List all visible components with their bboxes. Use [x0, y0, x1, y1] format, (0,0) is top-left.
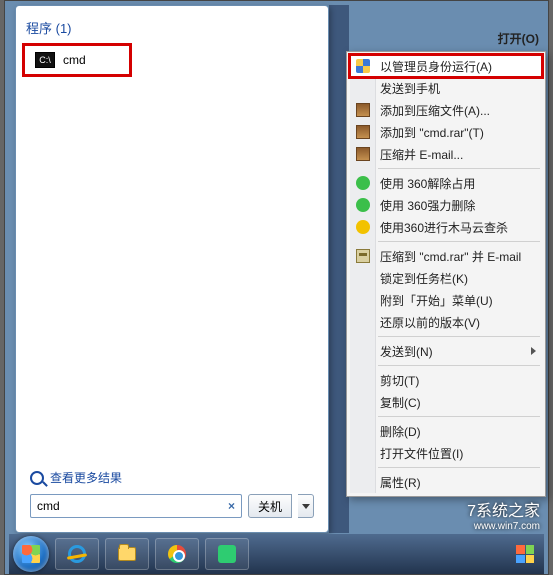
menu-item[interactable]: 使用 360解除占用: [350, 172, 542, 194]
clear-search-icon[interactable]: ×: [228, 499, 235, 513]
menu-item-label: 发送到手机: [380, 80, 440, 97]
shutdown-split-button[interactable]: [298, 494, 314, 518]
see-more-label: 查看更多结果: [50, 469, 122, 486]
menu-item[interactable]: 还原以前的版本(V): [350, 311, 542, 333]
menu-separator: [378, 241, 540, 242]
menu-item[interactable]: 以管理员身份运行(A): [350, 55, 542, 77]
search-input[interactable]: cmd ×: [30, 494, 242, 518]
security-icon: [218, 545, 236, 563]
menu-item-label: 使用360进行木马云查杀: [380, 219, 508, 236]
search-result-label: cmd: [63, 53, 86, 67]
winrar-icon: [356, 147, 370, 161]
menu-separator: [378, 168, 540, 169]
menu-item[interactable]: 锁定到任务栏(K): [350, 267, 542, 289]
menu-item[interactable]: 剪切(T): [350, 369, 542, 391]
menu-item-label: 属性(R): [380, 474, 421, 491]
taskbar: [9, 534, 544, 574]
360-yellow-icon: [356, 220, 370, 234]
menu-item-label: 发送到(N): [380, 343, 433, 360]
menu-item[interactable]: 压缩并 E-mail...: [350, 143, 542, 165]
chevron-down-icon: [302, 504, 310, 509]
menu-item[interactable]: 压缩到 "cmd.rar" 并 E-mail: [350, 245, 542, 267]
watermark: 7系统之家 www.win7.com: [467, 497, 540, 532]
menu-separator: [378, 416, 540, 417]
menu-item-label: 使用 360解除占用: [380, 175, 475, 192]
menu-separator: [378, 365, 540, 366]
winrar-icon: [356, 125, 370, 139]
menu-separator: [378, 336, 540, 337]
menu-item[interactable]: 打开文件位置(I): [350, 442, 542, 464]
taskbar-360[interactable]: [205, 538, 249, 570]
shutdown-label: 关机: [258, 498, 282, 515]
menu-item-label: 添加到压缩文件(A)...: [380, 102, 490, 119]
menu-item[interactable]: 使用360进行木马云查杀: [350, 216, 542, 238]
menu-item-label: 剪切(T): [380, 372, 419, 389]
menu-item-label: 锁定到任务栏(K): [380, 270, 468, 287]
menu-item[interactable]: 属性(R): [350, 471, 542, 493]
taskbar-ie[interactable]: [55, 538, 99, 570]
highlight-search-result: C:\ cmd: [22, 43, 132, 77]
menu-item[interactable]: 附到「开始」菜单(U): [350, 289, 542, 311]
menu-item-label: 打开文件位置(I): [380, 445, 463, 462]
menu-item[interactable]: 发送到手机: [350, 77, 542, 99]
menu-item-label: 复制(C): [380, 394, 421, 411]
taskbar-chrome[interactable]: [155, 538, 199, 570]
taskbar-explorer[interactable]: [105, 538, 149, 570]
shield-icon: [356, 59, 370, 73]
desktop-area: 程序 (1) C:\ cmd 查看更多结果 cmd ×: [4, 0, 549, 575]
context-menu: 打开(O) 以管理员身份运行(A)发送到手机添加到压缩文件(A)...添加到 "…: [346, 51, 546, 497]
cmd-icon: C:\: [35, 52, 55, 68]
submenu-arrow-icon: [531, 347, 536, 355]
menu-item-label: 添加到 "cmd.rar"(T): [380, 124, 484, 141]
menu-item-label: 还原以前的版本(V): [380, 314, 480, 331]
winrar-stack-icon: [356, 249, 370, 263]
menu-separator: [378, 467, 540, 468]
menu-item[interactable]: 复制(C): [350, 391, 542, 413]
search-input-value: cmd: [37, 499, 60, 513]
menu-item[interactable]: 添加到压缩文件(A)...: [350, 99, 542, 121]
folder-icon: [118, 547, 136, 561]
menu-item-label: 使用 360强力删除: [380, 197, 475, 214]
menu-item-label: 压缩并 E-mail...: [380, 146, 463, 163]
chrome-icon: [168, 545, 186, 563]
winrar-icon: [356, 103, 370, 117]
menu-item-label: 附到「开始」菜单(U): [380, 292, 493, 309]
shutdown-button[interactable]: 关机: [248, 494, 292, 518]
ie-icon: [68, 545, 86, 563]
menu-item[interactable]: 发送到(N): [350, 340, 542, 362]
screenshot-root: 程序 (1) C:\ cmd 查看更多结果 cmd ×: [0, 0, 553, 575]
360-green-icon: [356, 176, 370, 190]
menu-item[interactable]: 添加到 "cmd.rar"(T): [350, 121, 542, 143]
menu-item-label: 删除(D): [380, 423, 421, 440]
watermark-line1: 7系统之家: [467, 503, 540, 520]
360-green-icon: [356, 198, 370, 212]
action-center-icon[interactable]: [516, 545, 534, 563]
menu-item[interactable]: 删除(D): [350, 420, 542, 442]
search-icon: [30, 471, 44, 485]
start-menu-panel: 程序 (1) C:\ cmd 查看更多结果 cmd ×: [15, 5, 329, 533]
search-result-cmd[interactable]: C:\ cmd: [29, 48, 125, 72]
menu-item-label: 以管理员身份运行(A): [380, 58, 492, 75]
menu-item-label: 压缩到 "cmd.rar" 并 E-mail: [380, 248, 521, 265]
watermark-line2: www.win7.com: [467, 521, 540, 532]
menu-item[interactable]: 使用 360强力删除: [350, 194, 542, 216]
see-more-results[interactable]: 查看更多结果: [30, 469, 122, 486]
context-menu-default[interactable]: 打开(O): [498, 30, 539, 47]
category-programs: 程序 (1): [22, 12, 322, 41]
start-button[interactable]: [13, 536, 49, 572]
